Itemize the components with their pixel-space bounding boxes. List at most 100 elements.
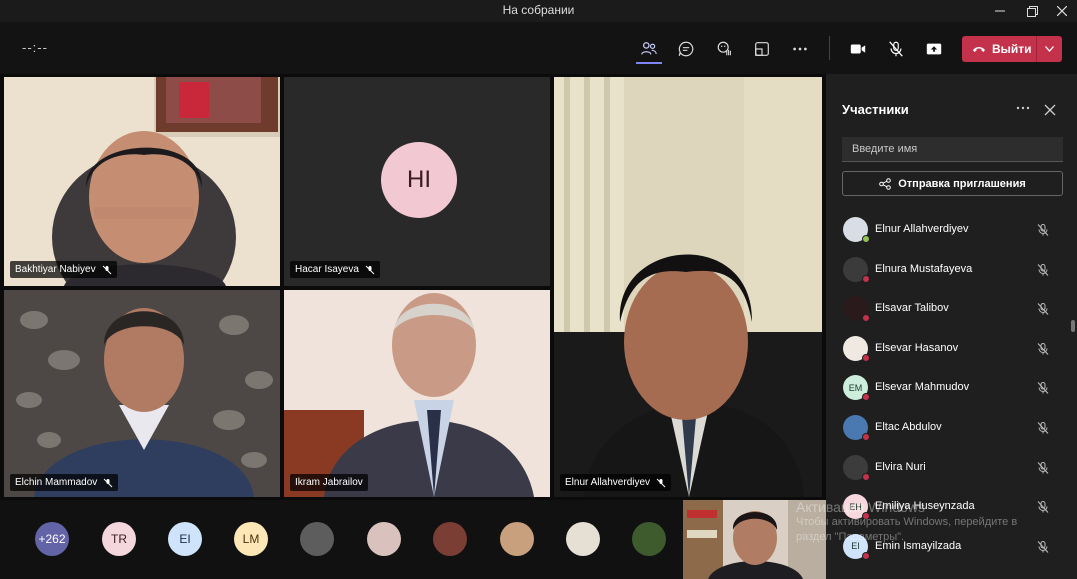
tile-name: Hacar Isayeva bbox=[295, 264, 359, 275]
mic-muted-icon[interactable] bbox=[1036, 540, 1050, 554]
more-icon bbox=[1016, 106, 1030, 110]
presence-available-badge bbox=[862, 235, 870, 243]
teams-meeting-window: На собрании --:-- Выйти Bakhtiyar Nabiye… bbox=[0, 0, 1077, 579]
gallery-avatar-photo[interactable] bbox=[433, 522, 467, 556]
participant-row[interactable]: Elvira Nuri bbox=[826, 448, 1077, 488]
microphone-button[interactable] bbox=[883, 36, 909, 62]
tile-name: Elnur Allahverdiyev bbox=[565, 477, 651, 488]
participant-name: Elsevar Hasanov bbox=[875, 341, 959, 354]
mic-muted-icon bbox=[365, 265, 375, 274]
participant-row[interactable]: EM Elsevar Mahmudov bbox=[826, 368, 1077, 408]
scrollbar-thumb[interactable] bbox=[1071, 320, 1075, 332]
minimize-button[interactable] bbox=[984, 0, 1016, 22]
rooms-button[interactable] bbox=[749, 36, 775, 62]
participant-avatar: EM bbox=[843, 375, 870, 402]
mic-muted-icon[interactable] bbox=[1036, 223, 1050, 237]
participant-avatar bbox=[843, 454, 870, 481]
tile-name-tag: Elchin Mammadov bbox=[10, 474, 119, 491]
title-bar: На собрании bbox=[0, 0, 1077, 22]
mic-muted-icon[interactable] bbox=[1036, 302, 1050, 316]
participant-row[interactable]: Elsevar Hasanov bbox=[826, 329, 1077, 369]
people-icon bbox=[641, 42, 657, 55]
mic-muted-icon bbox=[103, 478, 113, 487]
mic-muted-icon[interactable] bbox=[1036, 500, 1050, 514]
gallery-avatar-photo[interactable] bbox=[566, 522, 600, 556]
participant-initials-avatar: HI bbox=[381, 142, 457, 218]
participant-row[interactable]: Elnura Mustafayeva bbox=[826, 250, 1077, 290]
presence-offline-badge bbox=[862, 353, 870, 362]
participant-avatar bbox=[843, 335, 870, 362]
gallery-avatar[interactable]: LM bbox=[234, 522, 268, 556]
participant-row[interactable]: Elsavar Talibov bbox=[826, 289, 1077, 329]
watermark-line3: раздел "Параметры". bbox=[796, 531, 905, 543]
mic-muted-icon[interactable] bbox=[1036, 381, 1050, 395]
mic-muted-icon[interactable] bbox=[1036, 461, 1050, 475]
gallery-avatar-photo[interactable] bbox=[500, 522, 534, 556]
gallery-avatar-photo[interactable] bbox=[300, 522, 334, 556]
gallery-avatar[interactable]: TR bbox=[102, 522, 136, 556]
leave-main[interactable]: Выйти bbox=[962, 42, 1036, 56]
participant-gallery: +262 TR EI LM bbox=[0, 500, 683, 579]
watermark-line2: Чтобы активировать Windows, перейдите в bbox=[796, 516, 1018, 528]
leave-button[interactable]: Выйти bbox=[962, 36, 1062, 62]
camera-icon bbox=[850, 44, 866, 54]
window-title: На собрании bbox=[502, 3, 575, 17]
tile-name: Bakhtiyar Nabiyev bbox=[15, 264, 96, 275]
close-window-button[interactable] bbox=[1046, 0, 1077, 22]
tile-name: Elchin Mammadov bbox=[15, 477, 98, 488]
participant-name: Elsevar Mahmudov bbox=[875, 381, 970, 394]
mic-muted-icon bbox=[656, 478, 666, 487]
presence-offline-badge bbox=[862, 314, 870, 323]
gallery-avatar-label: TR bbox=[111, 532, 127, 546]
gallery-avatar[interactable]: EI bbox=[168, 522, 202, 556]
leave-options-button[interactable] bbox=[1037, 46, 1062, 52]
presence-offline-badge bbox=[862, 393, 870, 402]
restore-button[interactable] bbox=[1016, 0, 1048, 22]
camera-button[interactable] bbox=[845, 36, 871, 62]
video-tile-bakhtiyar-nabiyev[interactable]: Bakhtiyar Nabiyev bbox=[4, 77, 280, 286]
panel-title: Участники bbox=[842, 102, 909, 117]
panel-more-button[interactable] bbox=[1016, 100, 1030, 117]
share-icon bbox=[879, 177, 892, 190]
gallery-avatar-label: EI bbox=[179, 532, 191, 546]
close-icon bbox=[1044, 104, 1056, 116]
restore-icon bbox=[1026, 5, 1038, 17]
raise-hand-icon bbox=[717, 41, 731, 56]
video-feed bbox=[4, 290, 280, 497]
participant-row[interactable]: Elnur Allahverdiyev bbox=[826, 210, 1077, 250]
toolbar-divider bbox=[829, 36, 830, 60]
participant-search-input[interactable] bbox=[842, 137, 1063, 162]
presence-offline-badge bbox=[862, 432, 870, 441]
share-screen-button[interactable] bbox=[921, 36, 947, 62]
tile-name: Ikram Jabrailov bbox=[295, 477, 363, 488]
video-tile-elnur-allahverdiyev[interactable]: Elnur Allahverdiyev bbox=[554, 77, 822, 497]
overflow-participants-button[interactable]: +262 bbox=[35, 522, 69, 556]
participant-avatar bbox=[843, 256, 870, 283]
video-tile-hacar-isayeva[interactable]: HI Hacar Isayeva bbox=[284, 77, 550, 286]
send-invite-button[interactable]: Отправка приглашения bbox=[842, 171, 1063, 196]
video-feed bbox=[4, 77, 280, 286]
chat-button[interactable] bbox=[673, 36, 699, 62]
more-actions-button[interactable] bbox=[787, 36, 813, 62]
video-feed bbox=[554, 77, 822, 497]
send-invite-label: Отправка приглашения bbox=[898, 177, 1026, 190]
video-tile-elchin-mammadov[interactable]: Elchin Mammadov bbox=[4, 290, 280, 497]
panel-close-button[interactable] bbox=[1042, 102, 1058, 118]
video-tile-ikram-jabrailov[interactable]: Ikram Jabrailov bbox=[284, 290, 550, 497]
participant-row[interactable]: Eltac Abdulov bbox=[826, 408, 1077, 448]
gallery-avatar-label: +262 bbox=[38, 532, 66, 546]
participants-button[interactable] bbox=[636, 36, 662, 62]
participant-name: Elsavar Talibov bbox=[875, 302, 949, 315]
gallery-avatar-label: LM bbox=[242, 532, 260, 546]
participant-name: Eltac Abdulov bbox=[875, 420, 942, 433]
participant-initials: EM bbox=[848, 382, 863, 393]
reactions-button[interactable] bbox=[712, 36, 738, 62]
mic-muted-icon[interactable] bbox=[1036, 421, 1050, 435]
participant-name: Elvira Nuri bbox=[875, 460, 926, 473]
mic-muted-icon bbox=[102, 265, 111, 274]
gallery-avatar-photo[interactable] bbox=[367, 522, 401, 556]
mic-muted-icon[interactable] bbox=[1036, 263, 1050, 277]
chat-icon bbox=[678, 41, 694, 57]
mic-muted-icon[interactable] bbox=[1036, 342, 1050, 356]
gallery-avatar-photo[interactable] bbox=[632, 522, 666, 556]
